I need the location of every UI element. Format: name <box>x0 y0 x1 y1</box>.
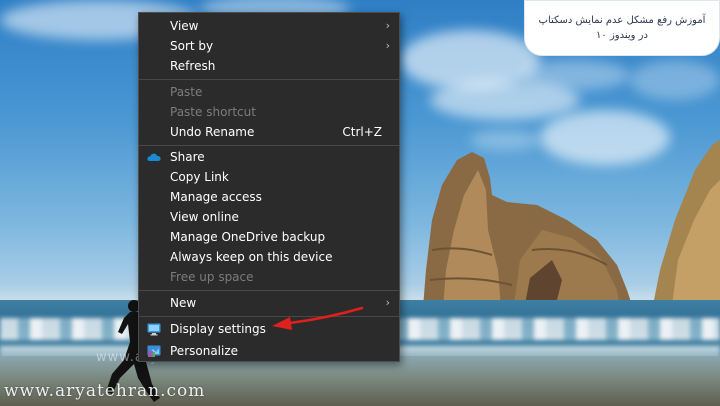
menu-separator <box>139 79 399 80</box>
menu-item-personalize[interactable]: Personalize <box>139 341 399 361</box>
menu-item-manage-onedrive-backup[interactable]: Manage OneDrive backup <box>139 227 399 247</box>
menu-separator <box>139 290 399 291</box>
menu-item-label: Refresh <box>170 59 216 73</box>
cloud <box>630 60 720 100</box>
menu-item-label: Always keep on this device <box>170 250 333 264</box>
title-line-2: در ویندوز ۱۰ <box>596 30 648 41</box>
menu-item-label: Manage access <box>170 190 262 204</box>
menu-item-paste: Paste <box>139 82 399 102</box>
cloud <box>470 130 540 150</box>
menu-item-copy-link[interactable]: Copy Link <box>139 167 399 187</box>
menu-item-label: Manage OneDrive backup <box>170 230 326 244</box>
menu-item-view-online[interactable]: View online <box>139 207 399 227</box>
onedrive-cloud-icon <box>147 153 161 161</box>
menu-item-label: Sort by <box>170 39 214 53</box>
menu-item-label: View online <box>170 210 239 224</box>
keyboard-shortcut: Ctrl+Z <box>342 125 382 139</box>
menu-item-label: Free up space <box>170 270 254 284</box>
menu-item-label: Display settings <box>170 322 266 336</box>
menu-separator <box>139 145 399 146</box>
menu-item-paste-shortcut: Paste shortcut <box>139 102 399 122</box>
menu-item-view[interactable]: View › <box>139 16 399 36</box>
menu-item-label: Paste shortcut <box>170 105 256 119</box>
menu-item-label: Share <box>170 150 205 164</box>
sea-stack-rock <box>422 152 637 320</box>
chevron-right-icon: › <box>385 296 390 309</box>
personalize-icon <box>147 345 161 357</box>
menu-item-label: New <box>170 296 197 310</box>
chevron-right-icon: › <box>385 39 390 52</box>
menu-item-free-up-space: Free up space <box>139 267 399 287</box>
cliff-rock <box>650 140 720 320</box>
tutorial-title-card: آموزش رفع مشکل عدم نمایش دسکتاپ در ویندو… <box>524 0 720 56</box>
red-arrow-icon <box>272 306 364 330</box>
menu-item-label: View <box>170 19 199 33</box>
menu-item-sort-by[interactable]: Sort by › <box>139 36 399 56</box>
menu-item-label: Copy Link <box>170 170 229 184</box>
menu-item-always-keep[interactable]: Always keep on this device <box>139 247 399 267</box>
watermark-url: www.aryatehran.com <box>4 381 206 401</box>
menu-item-share[interactable]: Share <box>139 147 399 167</box>
cloud <box>520 60 630 90</box>
display-icon <box>147 323 161 336</box>
title-line-1: آموزش رفع مشکل عدم نمایش دسکتاپ <box>538 15 706 26</box>
menu-item-label: Personalize <box>170 344 239 358</box>
menu-item-undo-rename[interactable]: Undo Rename Ctrl+Z <box>139 122 399 142</box>
menu-item-manage-access[interactable]: Manage access <box>139 187 399 207</box>
chevron-right-icon: › <box>385 19 390 32</box>
menu-item-label: Undo Rename <box>170 125 255 139</box>
menu-item-label: Paste <box>170 85 203 99</box>
menu-item-refresh[interactable]: Refresh <box>139 56 399 76</box>
